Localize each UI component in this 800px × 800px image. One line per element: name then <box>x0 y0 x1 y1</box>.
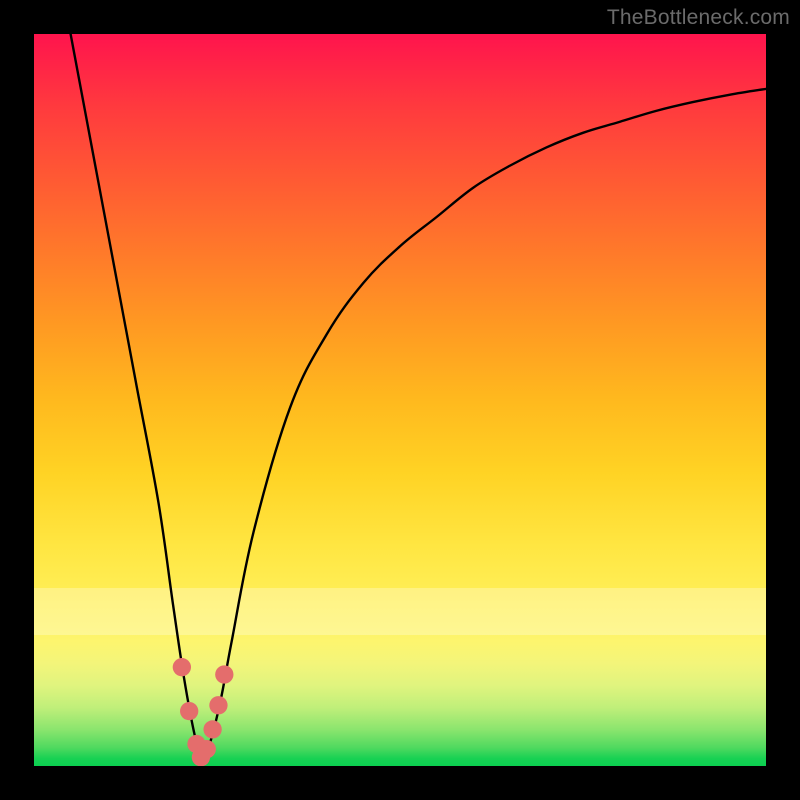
watermark-text: TheBottleneck.com <box>607 6 790 30</box>
marker-dot <box>215 665 233 683</box>
curve-layer <box>34 34 766 766</box>
plot-area <box>34 34 766 766</box>
chart-frame: TheBottleneck.com <box>0 0 800 800</box>
marker-dot <box>173 658 191 676</box>
marker-dot <box>198 740 216 758</box>
marker-dot <box>180 702 198 720</box>
optimal-range-markers <box>173 658 234 766</box>
marker-dot <box>203 720 221 738</box>
bottleneck-curve <box>71 34 766 759</box>
marker-dot <box>209 696 227 714</box>
